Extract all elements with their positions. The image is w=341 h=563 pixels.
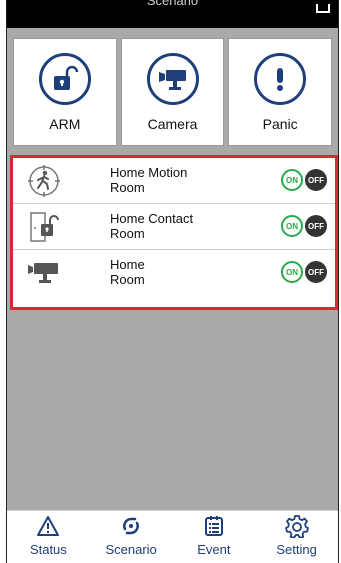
device-room: Room <box>110 180 145 195</box>
scenario-icon <box>119 514 143 538</box>
arm-button[interactable]: ARM <box>13 38 117 146</box>
tab-label: Scenario <box>105 542 157 557</box>
device-room: Room <box>110 226 145 241</box>
warning-triangle-icon <box>36 514 60 538</box>
quick-action-tiles: ARM Camera Panic <box>7 38 338 146</box>
device-row-home-contact[interactable]: Home Contact Room ON OFF <box>13 204 335 250</box>
on-off-toggle[interactable]: ON OFF <box>281 215 327 237</box>
on-button[interactable]: ON <box>281 261 303 283</box>
device-room: Room <box>110 272 145 287</box>
on-off-toggle[interactable]: ON OFF <box>281 261 327 283</box>
device-title: Home <box>110 257 145 272</box>
device-title: Home Motion <box>110 165 188 180</box>
screen-title: Scenario <box>146 0 199 8</box>
device-list: Home Motion Room ON OFF Home Contact Roo… <box>10 155 338 310</box>
top-bar: Scenario <box>7 0 338 28</box>
panic-label: Panic <box>262 116 298 132</box>
off-button[interactable]: OFF <box>305 261 327 283</box>
menu-corner-icon[interactable] <box>316 4 330 13</box>
device-name: Home Contact Room <box>110 211 193 241</box>
tab-label: Status <box>29 542 67 557</box>
device-name: Home Room <box>110 257 145 287</box>
off-button[interactable]: OFF <box>305 215 327 237</box>
tab-setting[interactable]: Setting <box>257 511 337 563</box>
main-content: ARM Camera Panic Home Motion Room ON OFF… <box>7 28 338 510</box>
camera-icon <box>27 256 61 290</box>
tab-event[interactable]: Event <box>174 511 254 563</box>
bottom-tab-bar: Status Scenario Event Setting <box>7 510 338 563</box>
tab-scenario[interactable]: Scenario <box>91 511 171 563</box>
motion-sensor-icon <box>27 164 61 198</box>
exclamation-icon <box>254 53 307 105</box>
tab-status[interactable]: Status <box>8 511 88 563</box>
panic-button[interactable]: Panic <box>228 38 333 146</box>
camera-button[interactable]: Camera <box>120 38 225 146</box>
camera-label: Camera <box>147 116 198 132</box>
phone-screen: Scenario ARM Camera Panic Home Motion Ro… <box>6 0 339 563</box>
door-contact-icon <box>27 210 61 244</box>
on-button[interactable]: ON <box>281 215 303 237</box>
on-button[interactable]: ON <box>281 169 303 191</box>
device-title: Home Contact <box>110 211 194 226</box>
off-button[interactable]: OFF <box>305 169 327 191</box>
tab-label: Event <box>197 542 231 557</box>
on-off-toggle[interactable]: ON OFF <box>281 169 327 191</box>
arm-label: ARM <box>49 116 81 132</box>
camera-icon <box>146 53 199 105</box>
device-row-home-camera[interactable]: Home Room ON OFF <box>13 250 335 296</box>
device-name: Home Motion Room <box>110 165 187 195</box>
gear-icon <box>284 514 309 538</box>
event-list-icon <box>202 514 226 538</box>
unlocked-padlock-icon <box>38 53 91 105</box>
tab-label: Setting <box>276 542 317 557</box>
device-row-home-motion[interactable]: Home Motion Room ON OFF <box>13 158 335 204</box>
